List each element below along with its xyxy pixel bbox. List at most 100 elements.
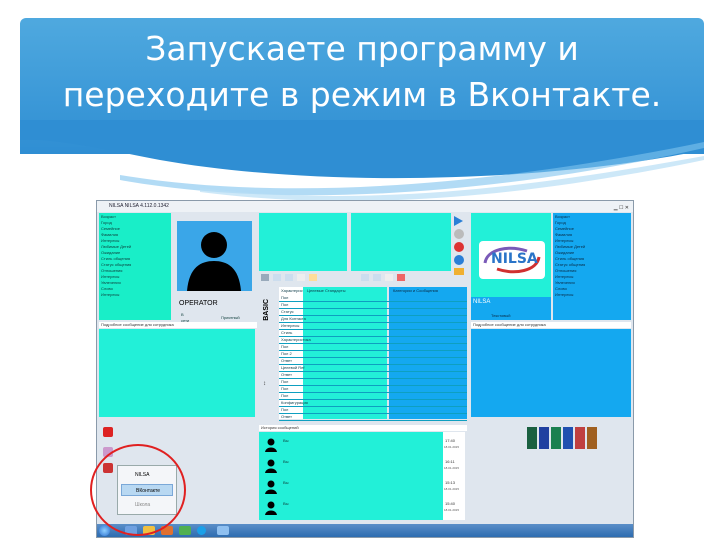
book-icon[interactable] [575,427,585,449]
table-row-label: Характеристика [281,337,311,342]
play-icon[interactable] [454,216,463,226]
right-caption-area: NILSA Текстовый [471,297,551,320]
taskbar-app-icon[interactable] [217,526,229,535]
table-row[interactable]: Пол [279,386,467,393]
book-icon[interactable] [539,427,549,449]
message-date: 18.01.2015 [444,508,460,512]
scroll-arrows[interactable]: ↕ [263,381,266,387]
grid-header-3: Категории и Сообщения [393,288,438,293]
table-row-label: Пол [281,386,289,391]
table-row-label: Пол [281,379,289,384]
attribute-item: Интересы [555,292,574,297]
message-row[interactable]: Вы [261,457,441,475]
message-row[interactable]: Вы [261,436,441,454]
book-icon[interactable] [587,427,597,449]
table-row[interactable]: Стиль [279,330,467,337]
right-caption: NILSA [473,299,491,305]
grid-header-2: Целевые Стандарты [307,288,346,293]
operator-name: OPERATOR [179,300,218,307]
toolbar-icon[interactable] [397,274,405,281]
left-message-area[interactable] [99,329,255,417]
highlight-circle [90,444,186,536]
table-row-label: Пол [281,344,289,349]
taskbar-app-icon[interactable] [179,526,191,535]
toolbar-icon[interactable] [297,274,305,281]
message-list: Вы Вы Вы Вы [259,432,443,520]
contact-avatar-icon [265,438,277,452]
slide-title-line1: Запускаете программу и [145,29,579,68]
message-sender: Вы [283,459,289,464]
nilsa-logo-text: NILSA [491,251,538,267]
book-icon[interactable] [563,427,573,449]
folder-icon[interactable] [454,268,464,275]
message-date: 18.01.2015 [444,487,460,491]
nilsa-logo: NILSA [479,241,545,279]
table-row-label: Пол [281,407,289,412]
table-row-label: Целевой Ref [281,365,305,370]
table-row[interactable]: Характеристика [279,337,467,344]
book-icon[interactable] [551,427,561,449]
table-row-label: Пол [281,302,289,307]
contact-avatar-icon [265,480,277,494]
table-row-label: Ответ [281,414,292,419]
slide-title-line2: переходите в режим в Вконтакте. [62,75,662,114]
contact-avatar-icon [265,459,277,473]
toolbar-icon[interactable] [361,274,369,281]
disc-icon[interactable] [454,229,464,239]
table-row[interactable]: Статус [279,309,467,316]
slide-title: Запускаете программу и переходите в режи… [20,26,704,118]
right-status-value: Текстовый [491,313,511,318]
table-row[interactable]: Интересы [279,323,467,330]
right-section-label: Подробное сообщение для сотрудника [471,322,631,328]
message-time-column: 17:40 18.01.2015 16:11 18.01.2015 15:13 18.01… [443,432,465,520]
table-row[interactable]: Пол [279,302,467,309]
toolbar-icon[interactable] [373,274,381,281]
message-row[interactable]: Вы [261,478,441,496]
table-row[interactable]: Целевой Ref [279,365,467,372]
record-icon[interactable] [103,427,113,437]
table-row[interactable]: Ответ [279,358,467,365]
table-row[interactable]: Ответ [279,414,467,421]
table-row[interactable]: Пол 2 [279,351,467,358]
message-sender: Вы [283,480,289,485]
toolbar-icon[interactable] [309,274,317,281]
center-text-area-1[interactable] [259,213,347,271]
table-row[interactable]: Конфигурация [279,400,467,407]
table-row[interactable]: Для Контакта [279,316,467,323]
delete-icon[interactable] [454,242,464,252]
table-row[interactable]: Пол [279,407,467,414]
table-row[interactable]: Пол [279,295,467,302]
table-row-label: Ответ [281,372,292,377]
table-row-label: Интересы [281,323,300,328]
book-icon[interactable] [527,427,537,449]
toolbar-icon[interactable] [285,274,293,281]
window-titlebar: NILSA NILSA 4.112.0.1342 ▁ ☐ ✕ [97,201,633,212]
left-profile-panel: Возраст Город Семейное Фамилия Интересы Любим… [99,213,189,323]
window-title: NILSA NILSA 4.112.0.1342 [109,203,169,209]
toolbar-icon[interactable] [261,274,269,281]
messages-header: История сообщений [259,425,467,431]
center-text-area-2[interactable] [351,213,451,271]
toolbar-icon[interactable] [273,274,281,281]
message-sender: Вы [283,501,289,506]
basic-vertical-label: BASIC [263,299,270,321]
table-row-label: Пол [281,393,289,398]
message-date: 18.01.2015 [444,445,460,449]
table-row[interactable]: Ответ [279,372,467,379]
message-sender: Вы [283,438,289,443]
table-row[interactable]: Пол [279,393,467,400]
table-row-label: Для Контакта [281,316,306,321]
left-section-label: Подробное сообщение для сотрудника [99,322,257,328]
table-row[interactable]: Пол [279,379,467,386]
table-row[interactable]: Пол [279,344,467,351]
settings-icon[interactable] [454,255,464,265]
grid-rows: Пол Пол Статус Для Контакта Интересы Стиль Хар… [279,295,467,421]
toolbar-icon[interactable] [385,274,393,281]
right-message-area[interactable] [471,329,631,417]
message-row[interactable]: Вы [261,499,441,517]
taskbar-skype-icon[interactable] [197,526,206,535]
table-row-label: Статус [281,309,294,314]
left-status-value: Приятный [221,315,240,320]
system-tray [579,526,629,535]
contact-avatar-icon [265,501,277,515]
